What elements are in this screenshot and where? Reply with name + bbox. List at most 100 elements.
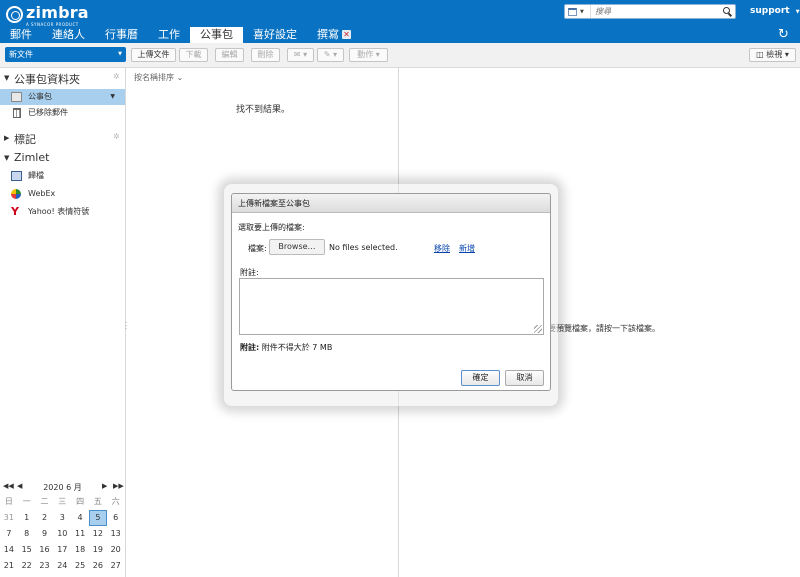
- tab-compose[interactable]: 撰寫 ✕: [307, 27, 361, 43]
- calendar-day[interactable]: 10: [53, 526, 71, 542]
- calendar-day[interactable]: 27: [107, 558, 125, 574]
- sidebar-item-yahoo-emoticons[interactable]: Y Yahoo! 表情符號: [0, 204, 125, 220]
- collapse-icon[interactable]: ▼: [4, 154, 9, 162]
- calendar-day[interactable]: 15: [18, 542, 36, 558]
- sidebar-item-trash[interactable]: 已移除郵件: [0, 105, 125, 121]
- tab-contacts[interactable]: 連絡人: [42, 27, 95, 43]
- calendar-day[interactable]: 12: [89, 526, 107, 542]
- calendar-day[interactable]: 5: [88, 510, 107, 526]
- search-type-dropdown[interactable]: ▼: [565, 5, 591, 18]
- calendar-weekday: 一: [22, 497, 31, 506]
- calendar-day[interactable]: 19: [89, 542, 107, 558]
- sidebar-item-label: 歸檔: [28, 171, 44, 180]
- note-text: 附件不得大於 7 MB: [259, 343, 333, 352]
- calendar-day[interactable]: 18: [71, 542, 89, 558]
- calendar-day[interactable]: 2: [36, 510, 54, 526]
- calendar-day[interactable]: 23: [36, 558, 54, 574]
- tab-calendar[interactable]: 行事曆: [95, 27, 148, 43]
- sidebar-item-archive[interactable]: 歸檔: [0, 168, 125, 184]
- zimbra-logo-icon: [6, 6, 23, 23]
- search-icon[interactable]: [721, 6, 733, 18]
- resize-handle[interactable]: · · ·: [125, 320, 127, 333]
- calendar-day[interactable]: 20: [107, 542, 125, 558]
- sort-icon: ⌄: [176, 73, 184, 82]
- gear-icon[interactable]: ✲: [113, 132, 120, 141]
- new-document-label: 新文件: [9, 50, 33, 59]
- close-icon[interactable]: ✕: [342, 30, 351, 39]
- calendar-day[interactable]: 25: [71, 558, 89, 574]
- chevron-down-icon: ▾: [303, 50, 308, 59]
- user-menu[interactable]: support ▼: [750, 6, 800, 16]
- tab-tasks[interactable]: 工作: [148, 27, 190, 43]
- chevron-down-icon[interactable]: ▼: [118, 47, 122, 62]
- calendar-day[interactable]: 4: [71, 510, 89, 526]
- calendar-day[interactable]: 6: [107, 510, 125, 526]
- upload-file-button[interactable]: 上傳文件: [131, 48, 176, 62]
- gear-icon[interactable]: ✲: [113, 72, 120, 81]
- calendar-day[interactable]: 16: [36, 542, 54, 558]
- zimlet-header[interactable]: Zimlet: [14, 151, 49, 164]
- chevron-down-icon: ▼: [580, 8, 584, 15]
- chevron-down-icon[interactable]: ▼: [110, 89, 115, 105]
- chevron-down-icon: ▾: [784, 50, 789, 59]
- ok-button[interactable]: 確定: [461, 370, 500, 386]
- chevron-down-icon: ▾: [375, 50, 380, 59]
- remove-link[interactable]: 移除: [434, 243, 450, 254]
- webex-icon: [11, 189, 21, 199]
- logo-text: zimbra: [26, 3, 89, 22]
- calendar-day[interactable]: 21: [0, 558, 18, 574]
- resize-grip-icon[interactable]: [534, 325, 542, 333]
- dialog-title: 上傳新檔案至公事包: [232, 194, 550, 213]
- calendar-day[interactable]: 26: [89, 558, 107, 574]
- tags-header[interactable]: 標記: [14, 131, 36, 147]
- calendar-day[interactable]: 1: [18, 510, 36, 526]
- calendar-day[interactable]: 11: [71, 526, 89, 542]
- folder-icon: [11, 92, 22, 102]
- download-button[interactable]: 下載: [179, 48, 208, 62]
- sidebar-item-briefcase[interactable]: 公事包 ▼: [0, 89, 125, 105]
- sort-by-name-header[interactable]: 按名稱排序 ⌄: [134, 72, 183, 83]
- calendar-weekday: 三: [58, 497, 67, 506]
- calendar-day[interactable]: 8: [18, 526, 36, 542]
- chevron-down-icon: ▼: [795, 9, 800, 15]
- tag-menu-button[interactable]: ✎ ▾: [317, 48, 344, 62]
- expand-icon[interactable]: ▶: [4, 134, 9, 142]
- zimbra-logo[interactable]: zimbra A SYNACOR PRODUCT: [6, 5, 89, 27]
- tag-icon: ✎: [323, 50, 331, 59]
- browse-button[interactable]: Browse…: [269, 239, 325, 255]
- tab-briefcase[interactable]: 公事包: [190, 27, 243, 43]
- refresh-icon[interactable]: ↻: [778, 27, 789, 43]
- sidebar-item-webex[interactable]: WebEx: [0, 186, 125, 202]
- briefcase-folders-header[interactable]: 公事包資料夾: [14, 71, 80, 87]
- next-year-icon[interactable]: ▶▶: [113, 482, 124, 490]
- calendar-day[interactable]: 3: [53, 510, 71, 526]
- next-month-icon[interactable]: ▶: [102, 482, 107, 490]
- calendar-day[interactable]: 31: [0, 510, 18, 526]
- send-icon: ✉: [293, 50, 301, 59]
- calendar-day[interactable]: 13: [107, 526, 125, 542]
- new-document-button[interactable]: 新文件 ▼: [5, 47, 126, 62]
- tab-mail[interactable]: 郵件: [0, 27, 42, 43]
- calendar-day[interactable]: 22: [18, 558, 36, 574]
- view-button[interactable]: ◫ 檢視 ▾: [749, 48, 796, 62]
- calendar-day[interactable]: 9: [36, 526, 54, 542]
- calendar-day[interactable]: 17: [53, 542, 71, 558]
- calendar-grid: 日一二三四五六 31 1 2 3 4 5 6 7 8 9 10 11 12 13 14 15 16 17 18 19 20…: [0, 494, 125, 577]
- search-bar: ▼: [564, 4, 736, 19]
- actions-button[interactable]: 動作 ▾: [349, 48, 388, 62]
- sort-label: 按名稱排序: [134, 73, 174, 82]
- cancel-button[interactable]: 取消: [505, 370, 544, 386]
- calendar-day[interactable]: 7: [0, 526, 18, 542]
- calendar-day[interactable]: 24: [53, 558, 71, 574]
- collapse-icon[interactable]: ▼: [4, 74, 9, 82]
- notes-textarea[interactable]: [239, 278, 544, 335]
- delete-button[interactable]: 刪除: [251, 48, 280, 62]
- add-link[interactable]: 新增: [459, 243, 475, 254]
- calendar-weekday: 六: [111, 497, 120, 506]
- tab-preferences[interactable]: 喜好設定: [243, 27, 307, 43]
- calendar-day[interactable]: 14: [0, 542, 18, 558]
- search-input[interactable]: [591, 7, 721, 16]
- send-menu-button[interactable]: ✉ ▾: [287, 48, 314, 62]
- tab-compose-label: 撰寫: [317, 28, 339, 41]
- edit-button[interactable]: 編輯: [215, 48, 244, 62]
